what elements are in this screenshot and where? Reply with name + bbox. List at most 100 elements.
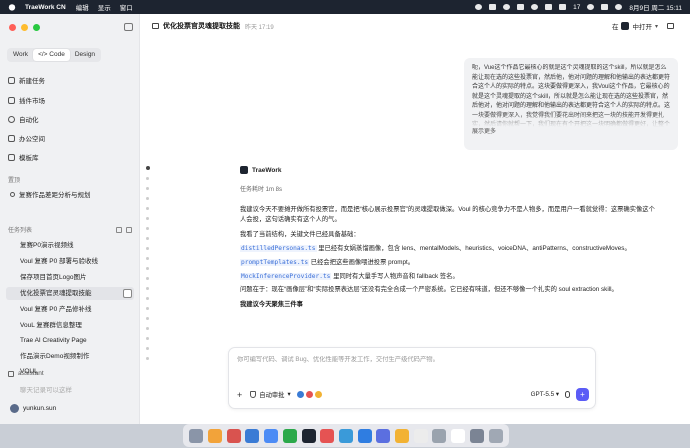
nav-dot[interactable] [146,327,149,330]
nav-dot[interactable] [146,257,149,260]
nav-dot[interactable] [146,177,149,180]
nav-workspace[interactable]: 办公空间 [8,133,45,143]
tool-icon[interactable] [305,391,313,398]
nav-dot[interactable] [146,207,149,210]
nav-dot[interactable] [146,197,149,200]
status-icon[interactable] [545,4,553,10]
dock-app-icon[interactable] [413,428,428,443]
task-item[interactable]: 复赛P0演示视频线 [6,239,134,252]
task-menu-icon[interactable] [123,289,132,298]
nav-dot[interactable] [146,247,149,250]
user-profile[interactable]: yunkun.sun [10,404,56,413]
open-in-button[interactable]: 在 中打开 ▾ [608,19,662,33]
tasks-section-label[interactable]: 任务列表 [8,225,32,234]
nav-dot[interactable] [146,187,149,190]
clock[interactable]: 8月9日 周二 15:11 [629,2,682,12]
filter-icon[interactable] [116,226,122,233]
search-icon[interactable] [601,4,609,10]
mode-design[interactable]: Design [70,49,100,61]
nav-dot[interactable] [146,307,149,310]
status-icon[interactable] [475,4,483,10]
dock-app-icon[interactable] [357,428,372,443]
nav-plugins[interactable]: 插件市场 [8,95,45,105]
dock-app-icon[interactable] [189,428,204,443]
dock-app-icon[interactable] [208,428,223,443]
send-button[interactable]: + [576,388,589,401]
menu-window[interactable]: 窗口 [120,2,133,12]
mode-work[interactable]: Work [8,49,33,61]
nav-dot[interactable] [146,297,149,300]
chat-icon [152,23,159,29]
apple-icon[interactable] [8,3,16,11]
microphone-icon[interactable] [565,391,570,398]
new-folder-icon[interactable] [126,226,132,233]
menu-edit[interactable]: 编辑 [76,2,89,12]
dock-app-icon[interactable] [376,428,391,443]
close-window-button[interactable] [9,24,16,31]
top-bar: 优化投票官灵魂提取技能 昨天 17:19 在 中打开 ▾ [140,14,690,38]
nav-dot[interactable] [146,317,149,320]
task-item[interactable]: Voul 复赛 P0 产品修补线 [6,303,134,316]
task-duration[interactable]: 任务耗时 1m 8s [240,184,660,193]
dock-app-icon[interactable] [301,428,316,443]
model-selector[interactable]: GPT-5.5 ▾ [531,391,559,398]
status-icon[interactable] [531,4,539,10]
wifi-icon[interactable] [587,4,595,10]
task-item[interactable]: VouL 复赛群信息整理 [6,319,134,332]
assistant-item[interactable]: 聊天记录可以这样 [20,384,72,394]
pinned-task[interactable]: 复赛作品差距分析与规划 [10,189,91,199]
file-link[interactable]: MockInferenceProvider.ts [240,273,332,280]
status-icon[interactable] [503,4,511,10]
assistant-group[interactable]: assistant [8,370,44,377]
minimize-window-button[interactable] [21,24,28,31]
task-item[interactable]: Voul 复赛 P0 部署与验收线 [6,255,134,268]
file-link[interactable]: distilledPersonas.ts [240,245,317,252]
dock-app-icon[interactable] [282,428,297,443]
dock-app-icon[interactable] [320,428,335,443]
status-icon[interactable] [517,4,525,10]
nav-dot[interactable] [146,357,149,360]
dock-app-icon[interactable] [451,428,466,443]
dock-app-icon[interactable] [338,428,353,443]
nav-templates[interactable]: 模板库 [8,152,39,162]
dock-app-icon[interactable] [488,428,503,443]
file-link[interactable]: promptTemplates.ts [240,259,310,266]
control-center-icon[interactable] [615,4,623,10]
task-item[interactable]: 保存项目首页Logo图片 [6,271,134,284]
status-icon[interactable] [489,4,497,10]
nav-dot[interactable] [146,237,149,240]
approval-selector[interactable]: 自动审批 ▾ [250,390,291,399]
dock-app-icon[interactable] [395,428,410,443]
nav-new-task[interactable]: 新建任务 [8,75,45,85]
tool-icon[interactable] [314,391,322,398]
sidebar-toggle-icon[interactable] [124,23,133,31]
nav-dot[interactable] [146,277,149,280]
dock-app-icon[interactable] [469,428,484,443]
nav-dot[interactable] [146,267,149,270]
zoom-window-button[interactable] [33,24,40,31]
nav-dot[interactable] [146,217,149,220]
dock-app-icon[interactable] [432,428,447,443]
mode-code[interactable]: </> Code [33,49,70,61]
task-item[interactable]: 作品演示Demo视频制作 [6,350,134,363]
nav-dot[interactable] [146,227,149,230]
task-item-active[interactable]: 优化投票官灵魂提取技能 [6,287,134,300]
prompt-input[interactable] [237,356,577,363]
show-more-button[interactable]: 展示更多 [472,128,670,138]
dock-app-icon[interactable] [226,428,241,443]
nav-dot[interactable] [146,347,149,350]
menu-view[interactable]: 显示 [98,2,111,12]
panel-toggle-icon[interactable] [667,23,674,29]
battery-icon[interactable] [559,4,567,10]
nav-automation[interactable]: 自动化 [8,114,39,124]
tool-icon[interactable] [296,391,304,398]
nav-dot[interactable] [146,337,149,340]
dock-app-icon[interactable] [245,428,260,443]
dock-app-icon[interactable] [264,428,279,443]
task-item[interactable]: Trae AI Creativity Page [6,334,134,347]
add-attachment-icon[interactable]: + [237,390,242,400]
message-navigator [146,166,150,360]
app-name-menu[interactable]: TraeWork CN [25,4,66,11]
nav-dot[interactable] [146,287,149,290]
nav-dot[interactable] [146,166,150,170]
